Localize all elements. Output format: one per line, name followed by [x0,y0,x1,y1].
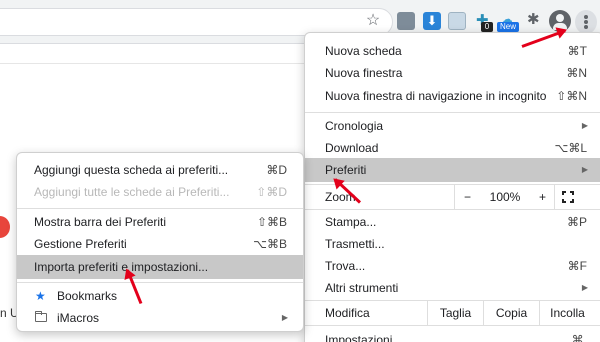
page-logo [0,216,10,238]
edit-label: Modifica [325,306,370,320]
menu-separator [305,325,600,326]
menu-item-label: Nuova scheda [325,44,402,58]
menu-separator [305,112,600,113]
menu-item-shortcut: ⌘F [567,259,587,273]
submenu-item-show-bookmarks-bar[interactable]: Mostra barra dei Preferiti ⇧⌘B [17,210,303,234]
menu-item-shortcut: ⇧⌘B [256,215,287,229]
menu-item-more-tools[interactable]: Altri strumenti ▶ [305,276,600,300]
folder-icon [35,311,47,322]
submenu-item-bookmarks-folder[interactable]: ★ Bookmarks [17,284,303,308]
kebab-dot-icon [584,25,588,29]
menu-item-label: Download [325,141,379,155]
fullscreen-icon[interactable] [562,191,574,203]
menu-item-label: Stampa... [325,215,377,229]
copy-button[interactable]: Copia [484,301,539,325]
menu-item-bookmarks[interactable]: Preferiti ▶ [305,158,600,182]
menu-item-label: Nuova finestra di navigazione in incogni… [325,89,547,103]
submenu-arrow-icon: ▶ [581,283,588,292]
chrome-main-menu: Nuova scheda ⌘T Nuova finestra ⌘N Nuova … [304,32,600,342]
menu-item-label: Aggiungi questa scheda ai preferiti... [34,163,229,177]
kebab-dot-icon [584,20,588,24]
menu-item-shortcut: ⌘P [566,215,587,229]
submenu-arrow-icon: ▶ [281,313,288,322]
more-menu-button[interactable] [575,10,597,34]
submenu-item-bookmark-this-tab[interactable]: Aggiungi questa scheda ai preferiti... ⌘… [17,158,303,182]
edit-row: Modifica Taglia Copia Incolla [305,301,600,325]
menu-item-history[interactable]: Cronologia ▶ [305,114,600,138]
zoom-row: Zoom − 100% + [305,185,600,209]
zoom-divider [554,185,555,209]
ext-icon[interactable] [397,12,415,30]
menu-item-shortcut: ⌥⌘L [554,141,587,155]
menu-item-label: Gestione Preferiti [34,237,127,251]
menu-item-new-incognito-window[interactable]: Nuova finestra di navigazione in incogni… [305,84,600,108]
extension-badge-count: 0 [481,22,493,32]
star-icon: ★ [35,289,46,303]
menu-item-label: iMacros [57,311,100,325]
menu-item-label: Nuova finestra [325,66,403,80]
menu-item-shortcut: ⌥⌘B [253,237,287,251]
menu-item-downloads[interactable]: Download ⌥⌘L [305,136,600,160]
image-ext-icon[interactable] [448,12,466,30]
browser-window: ☆ ⬇ ✚ 0 ☁ New ✱ n U Nuova scheda ⌘T Nuov… [0,0,600,342]
extensions-puzzle-icon[interactable]: ✱ [527,12,543,28]
zoom-level: 100% [489,190,521,204]
submenu-item-import-bookmarks[interactable]: Importa preferiti e impostazioni... [17,255,303,279]
menu-separator [17,282,303,283]
menu-item-label: Preferiti [325,163,367,177]
menu-item-label: Altri strumenti [325,281,399,295]
menu-item-shortcut: ⌘N [566,66,587,80]
submenu-item-bookmark-all-tabs[interactable]: Aggiungi tutte le schede ai Preferiti...… [17,180,303,204]
menu-item-shortcut: ⌘D [266,163,287,177]
menu-item-label: Importa preferiti e impostazioni... [34,260,209,274]
menu-item-shortcut: ⌘T [567,44,587,58]
menu-item-label: Mostra barra dei Preferiti [34,215,167,229]
submenu-item-imacros-folder[interactable]: iMacros ▶ [17,306,303,330]
download-ext-icon[interactable]: ⬇ [423,12,441,30]
menu-item-label: Trasmetti... [325,237,385,251]
menu-item-new-window[interactable]: Nuova finestra ⌘N [305,61,600,85]
menu-item-shortcut: ⇧⌘N [556,89,587,103]
star-icon[interactable]: ☆ [364,12,382,30]
menu-item-find[interactable]: Trova... ⌘F [305,254,600,278]
menu-item-label: Trova... [325,259,366,273]
menu-item-label: Cronologia [325,119,384,133]
menu-item-shortcut: ⌘, [571,333,587,342]
menu-item-label: Impostazioni [325,333,393,342]
extension-badge-new: New [497,22,519,32]
submenu-arrow-icon: ▶ [581,165,588,174]
kebab-dot-icon [584,15,588,19]
menu-item-cast[interactable]: Trasmetti... [305,232,600,256]
zoom-in-button[interactable]: + [530,185,555,209]
submenu-arrow-icon: ▶ [581,121,588,130]
menu-item-new-tab[interactable]: Nuova scheda ⌘T [305,39,600,63]
bookmarks-submenu: Aggiungi questa scheda ai preferiti... ⌘… [16,152,304,332]
menu-item-print[interactable]: Stampa... ⌘P [305,210,600,234]
paste-button[interactable]: Incolla [540,301,595,325]
cut-button[interactable]: Taglia [428,301,483,325]
zoom-out-button[interactable]: − [455,185,480,209]
menu-item-label: Aggiungi tutte le schede ai Preferiti... [34,185,230,199]
submenu-item-bookmark-manager[interactable]: Gestione Preferiti ⌥⌘B [17,232,303,256]
menu-item-settings[interactable]: Impostazioni ⌘, [305,328,600,342]
menu-separator [17,208,303,209]
menu-item-shortcut: ⇧⌘D [256,185,287,199]
menu-item-label: Bookmarks [57,289,118,303]
